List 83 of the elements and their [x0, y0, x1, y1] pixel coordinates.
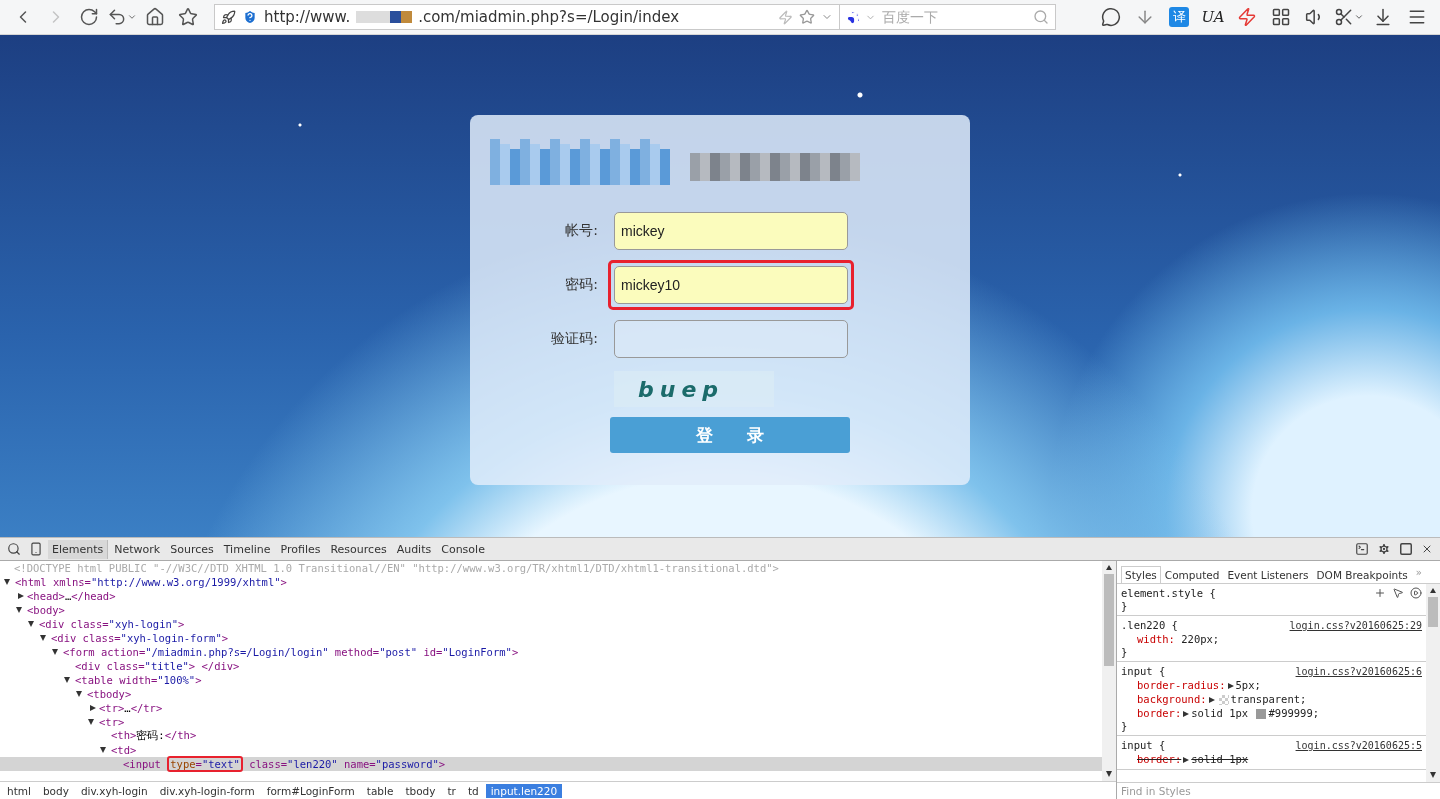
expanded-triangle-icon[interactable] — [40, 635, 46, 641]
address-bar[interactable]: http://www. .com/miadmin.php?s=/Login/index — [214, 4, 840, 30]
dom-node-line[interactable]: <tr> — [99, 716, 125, 728]
devtools-tab[interactable]: Elements — [48, 539, 109, 559]
field-label: 验证码: — [550, 330, 598, 348]
scrollbar[interactable] — [1102, 561, 1116, 781]
star-icon[interactable] — [799, 9, 815, 25]
dom-node-line[interactable]: <th>密码:</th> — [111, 729, 197, 743]
dom-node-line[interactable]: <table width="100%"> — [75, 674, 202, 686]
dom-node-line[interactable]: <div class="xyh-login"> — [39, 618, 185, 630]
css-declaration: width: 220px; — [1136, 632, 1221, 646]
closing-brace: } — [1121, 646, 1129, 658]
find-in-styles-field[interactable]: Find in Styles — [1117, 782, 1440, 799]
devtools-tab[interactable]: Console — [437, 539, 489, 559]
plus-icon[interactable] — [1374, 587, 1386, 599]
blurred-domain — [356, 11, 413, 23]
expanded-triangle-icon[interactable] — [16, 607, 22, 613]
expanded-triangle-icon[interactable] — [4, 579, 10, 585]
translate-button[interactable]: 译 — [1162, 3, 1196, 31]
css-selector: element.style { — [1121, 587, 1216, 599]
scrollbar[interactable] — [1426, 584, 1440, 782]
dom-node-line[interactable]: <html xmlns="http://www.w3.org/1999/xhtml"> — [15, 576, 287, 588]
closing-brace: } — [1121, 720, 1129, 732]
field-label: 密码: — [564, 276, 598, 294]
css-declaration: border-radius: 5px; — [1136, 678, 1262, 692]
url-text: http://www. — [264, 8, 351, 26]
search-input[interactable]: 百度一下 — [880, 8, 1029, 26]
css-declaration: border: solid 1px — [1136, 752, 1250, 766]
dom-node-line[interactable]: <div class="title"> </div> — [75, 660, 240, 672]
dom-node-line[interactable]: <tbody> — [87, 688, 132, 700]
breadcrumb[interactable]: tbody — [400, 783, 441, 798]
breadcrumb[interactable]: tr — [442, 783, 461, 798]
input-field[interactable]: mickey — [614, 212, 848, 250]
dom-node-line[interactable]: <body> — [27, 604, 65, 616]
input-field[interactable]: mickey10 — [614, 266, 848, 304]
closing-brace: } — [1121, 600, 1129, 612]
dom-node-line[interactable]: <div class="xyh-login-form"> — [51, 632, 229, 644]
breadcrumb[interactable]: input.len220 — [485, 783, 563, 798]
source-link[interactable]: login.css?v20160625:6 — [1295, 665, 1422, 677]
devtools-tab[interactable]: Profiles — [276, 539, 325, 559]
expanded-triangle-icon[interactable] — [88, 719, 94, 725]
captcha-image[interactable]: buep — [614, 371, 774, 407]
breadcrumb[interactable]: body — [37, 783, 74, 798]
shield-icon — [242, 9, 258, 25]
paw-icon[interactable] — [846, 9, 861, 25]
rocket-icon — [221, 9, 236, 25]
pointer-icon[interactable] — [1392, 587, 1404, 599]
breadcrumb[interactable]: td — [462, 783, 484, 798]
breadcrumb[interactable]: div.xyh-login — [75, 783, 153, 798]
doctype-line: <!DOCTYPE html PUBLIC "-//W3C//DTD XHTML 1.0 Transitional//EN" "http://www.w3.org/TR/xhtml1/DTD/xhtml1-transitional.dtd"> — [14, 561, 779, 575]
breadcrumb[interactable]: form#LoginForm — [261, 783, 360, 798]
dom-node-line[interactable]: <tr>…</tr> — [99, 702, 163, 714]
expanded-triangle-icon[interactable] — [52, 649, 58, 655]
expanded-triangle-icon[interactable] — [28, 621, 34, 627]
devtools-tab[interactable]: Resources — [326, 539, 391, 559]
search-field[interactable]: 百度一下 — [840, 4, 1056, 30]
dom-node-line[interactable]: <head>…</head> — [27, 590, 116, 602]
breadcrumb[interactable]: html — [2, 783, 36, 798]
css-declaration: border: solid 1px #999999; — [1136, 706, 1321, 720]
breadcrumb[interactable]: table — [361, 783, 399, 798]
breadcrumb[interactable]: div.xyh-login-form — [154, 783, 260, 798]
css-selector: input { — [1121, 665, 1166, 677]
styles-tab[interactable]: Styles — [1121, 566, 1161, 583]
expanded-triangle-icon[interactable] — [76, 691, 82, 697]
source-link[interactable]: login.css?v20160625:5 — [1295, 739, 1422, 751]
devtools-tab[interactable]: Timeline — [219, 539, 275, 559]
input-field[interactable] — [614, 320, 848, 358]
devtools-tab[interactable]: Network — [110, 539, 165, 559]
field-label: 帐号: — [564, 222, 598, 240]
css-selector: .len220 { — [1121, 619, 1178, 631]
dom-node-line[interactable]: <td> — [111, 744, 137, 756]
source-link[interactable]: login.css?v20160625:29 — [1289, 619, 1422, 631]
collapsed-triangle-icon[interactable] — [90, 705, 96, 711]
devtools-tab[interactable]: Audits — [392, 539, 436, 559]
css-selector: input { — [1121, 739, 1166, 751]
expanded-triangle-icon[interactable] — [64, 677, 70, 683]
user-agent-button[interactable]: UA — [1196, 3, 1230, 31]
dom-node-line[interactable]: <form action="/miadmin.php?s=/Login/login" method="post" id="LoginForm"> — [63, 646, 519, 658]
css-declaration: background: transparent; — [1136, 692, 1308, 706]
play-icon[interactable] — [1410, 587, 1422, 599]
collapsed-triangle-icon[interactable] — [18, 593, 24, 599]
url-text: .com/miadmin.php?s=/Login/index — [418, 8, 680, 26]
devtools-tab[interactable]: Sources — [166, 539, 218, 559]
